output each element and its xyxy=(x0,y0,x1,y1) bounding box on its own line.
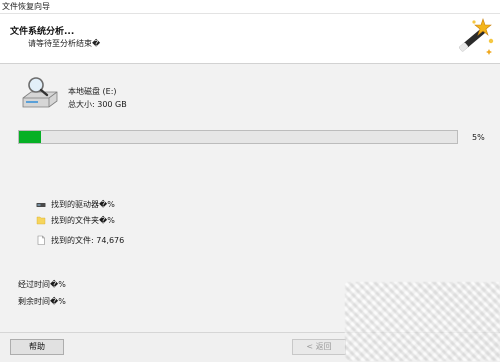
watermark-overlay xyxy=(345,282,500,361)
stat-drives-label: 找到的驱动器�% xyxy=(51,200,115,209)
drive-name: 本地磁盘 (E:) xyxy=(68,87,117,96)
header-title: 文件系统分析... xyxy=(10,27,75,37)
stat-folders-label: 找到的文件夹�% xyxy=(51,216,115,225)
elapsed-time: 经过时间�% xyxy=(18,280,66,289)
window-titlebar: 文件恢复向导 xyxy=(0,0,500,14)
file-icon xyxy=(37,235,45,245)
progress-fill xyxy=(19,131,41,143)
help-button[interactable]: 帮助 xyxy=(10,339,64,355)
header-subtitle: 请等待至分析结束� xyxy=(28,39,101,48)
progress-percent: 5% xyxy=(472,133,485,142)
wizard-header: 文件系统分析... 请等待至分析结束� xyxy=(0,14,500,64)
remaining-time: 剩余时间�% xyxy=(18,297,66,306)
magic-wand-icon xyxy=(459,18,494,55)
analysis-progress-bar xyxy=(18,130,458,144)
stat-files-label: 找到的文件: 74,676 xyxy=(51,236,125,245)
drive-size: 总大小: 300 GB xyxy=(68,100,127,109)
drive-small-icon xyxy=(36,203,46,207)
folder-icon xyxy=(36,216,46,225)
window-title: 文件恢复向导 xyxy=(2,2,50,11)
hard-drive-search-icon xyxy=(22,77,58,108)
back-button[interactable]: < 返回 xyxy=(292,339,346,355)
